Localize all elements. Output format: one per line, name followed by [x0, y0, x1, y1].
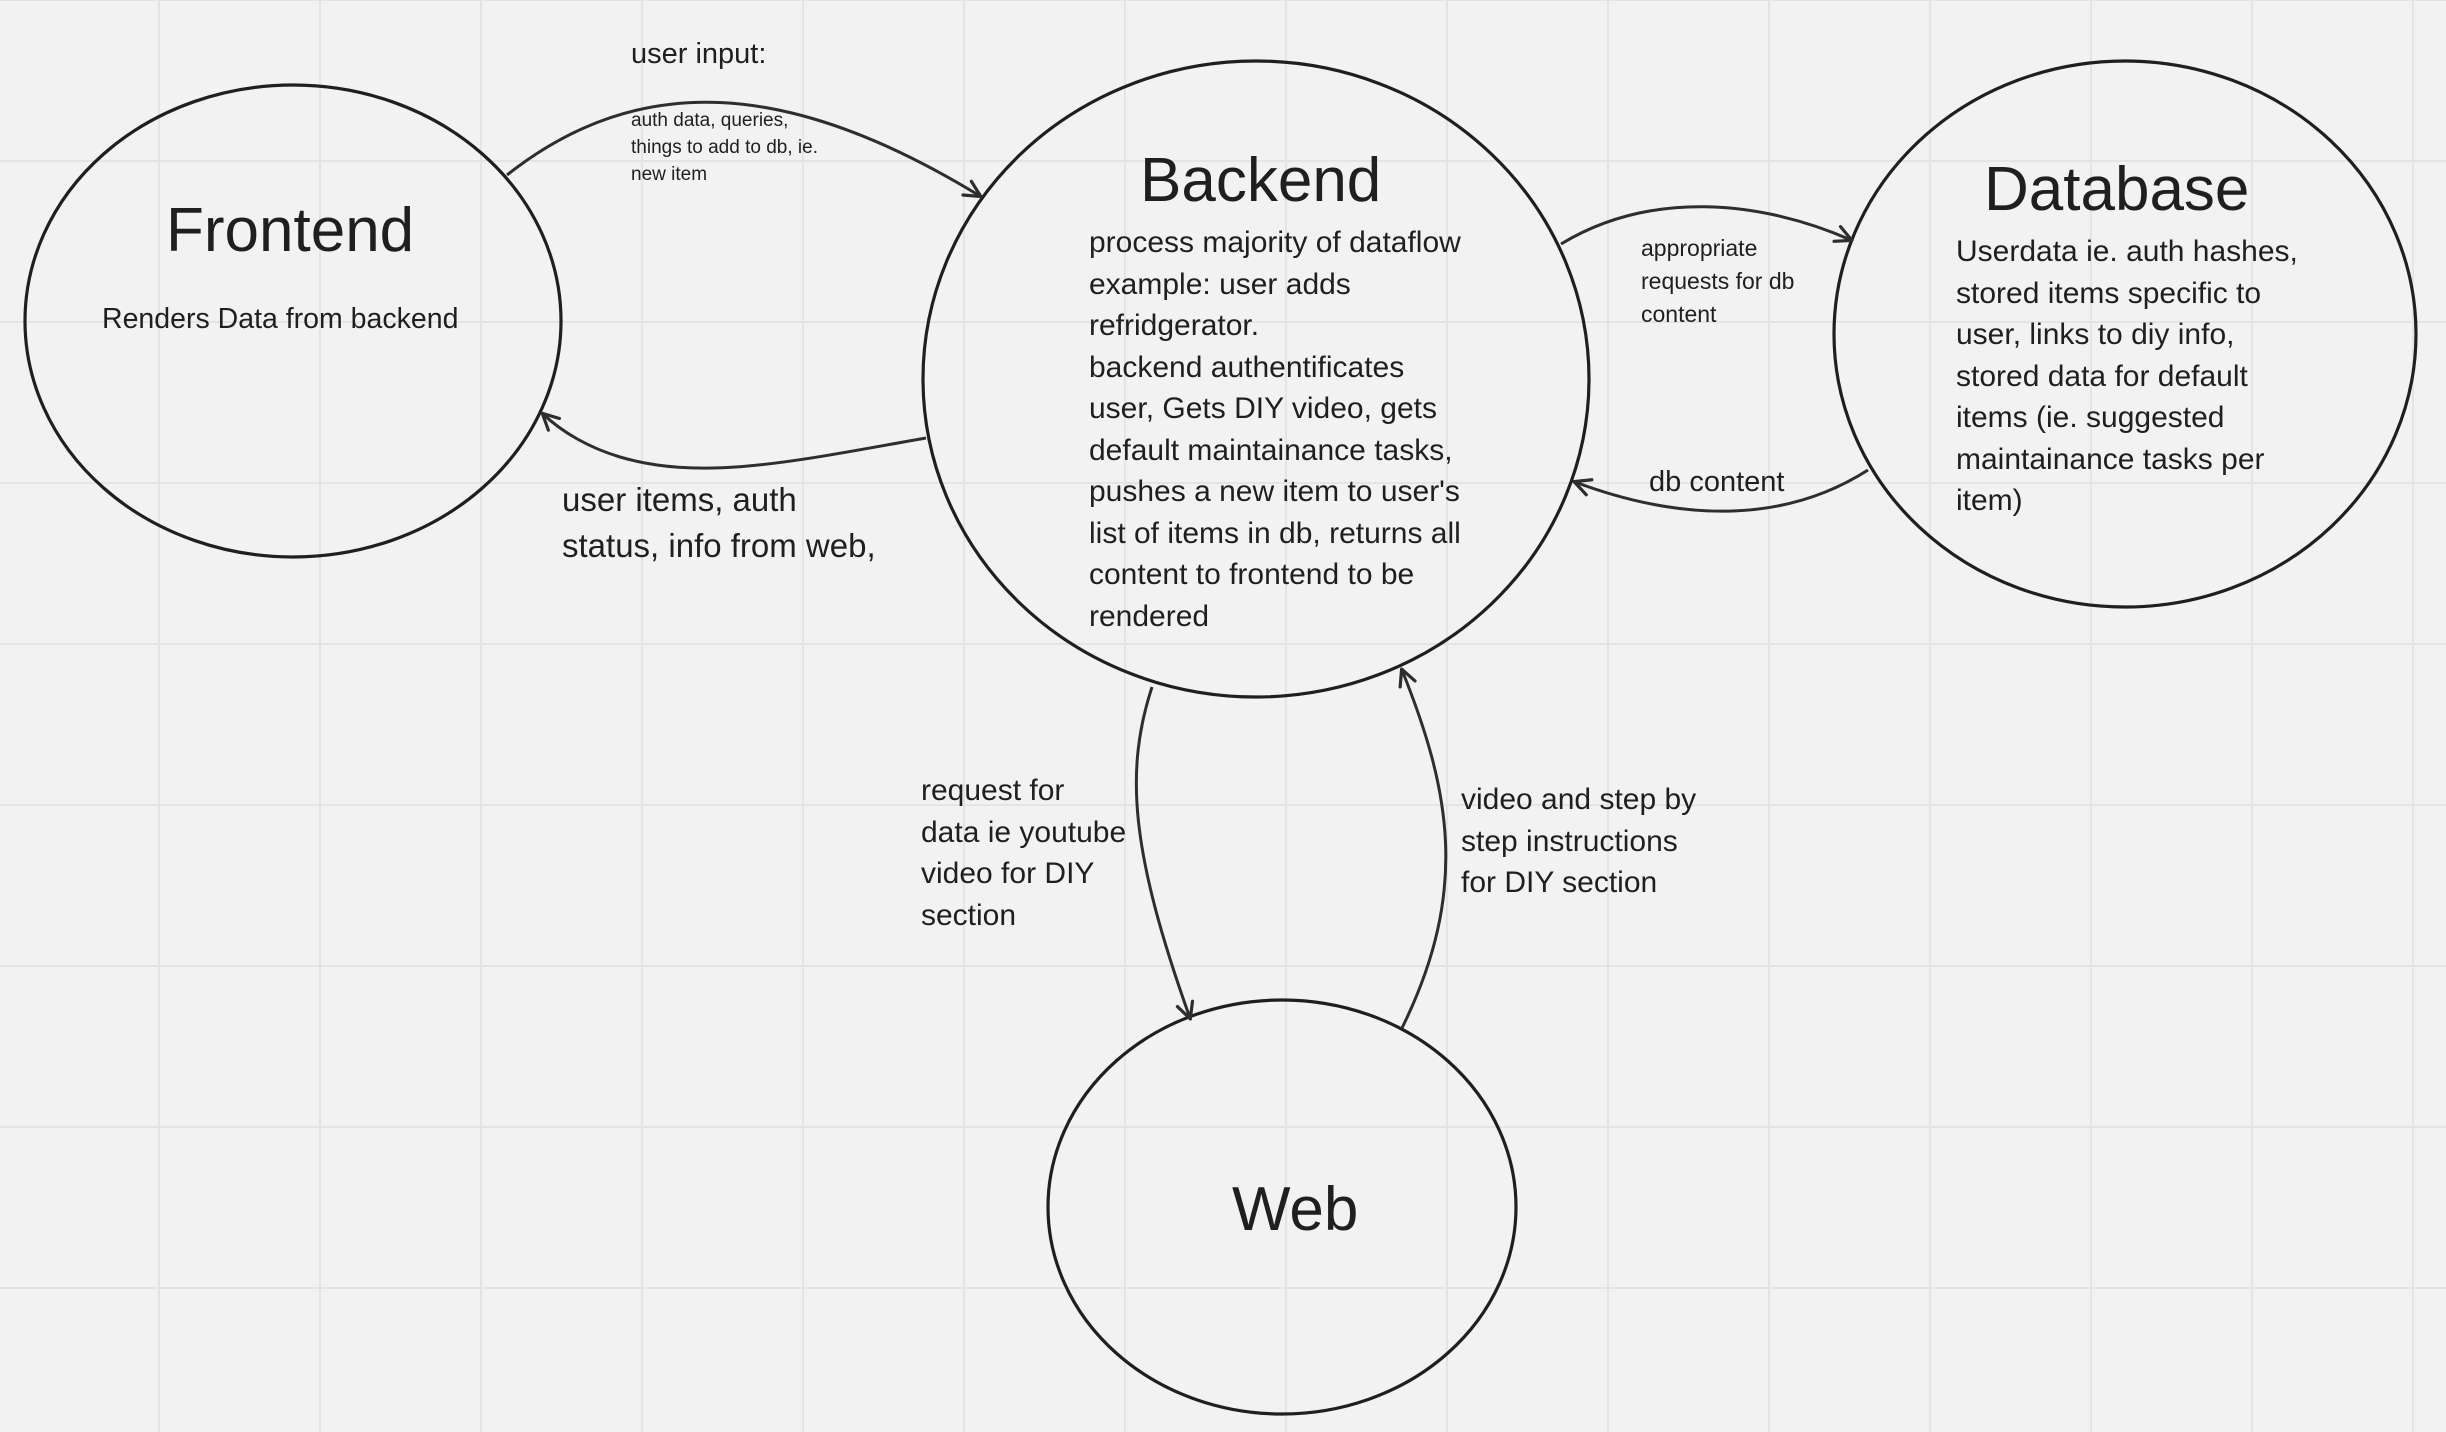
backend-title: Backend [1140, 146, 1382, 215]
edge-label-backend-to-web: request for data ie youtube video for DI… [921, 774, 1127, 932]
frontend-description: Renders Data from backend [102, 303, 459, 335]
arrow-web-to-backend [1398, 667, 1448, 1029]
database-description: Userdata ie. auth hashes, stored items s… [1956, 235, 2298, 517]
edge-label-web-to-backend: video and step by step instructions for … [1461, 783, 1697, 899]
arrow-backend-to-web [1134, 686, 1195, 1021]
frontend-title: Frontend [166, 196, 415, 265]
edge-label-backend-to-frontend: user items, auth status, info from web, [562, 481, 876, 564]
edge-label-user-input-detail: auth data, queries, things to add to db,… [631, 110, 818, 185]
edge-label-backend-to-database: appropriate requests for db content [1641, 235, 1795, 327]
edge-label-user-input: user input: [631, 38, 767, 70]
database-title: Database [1984, 155, 2250, 224]
edge-label-database-to-backend: db content [1649, 466, 1785, 498]
web-title: Web [1232, 1175, 1359, 1244]
arrow-backend-to-frontend [540, 411, 927, 470]
backend-description: process majority of dataflow example: us… [1089, 226, 1461, 633]
